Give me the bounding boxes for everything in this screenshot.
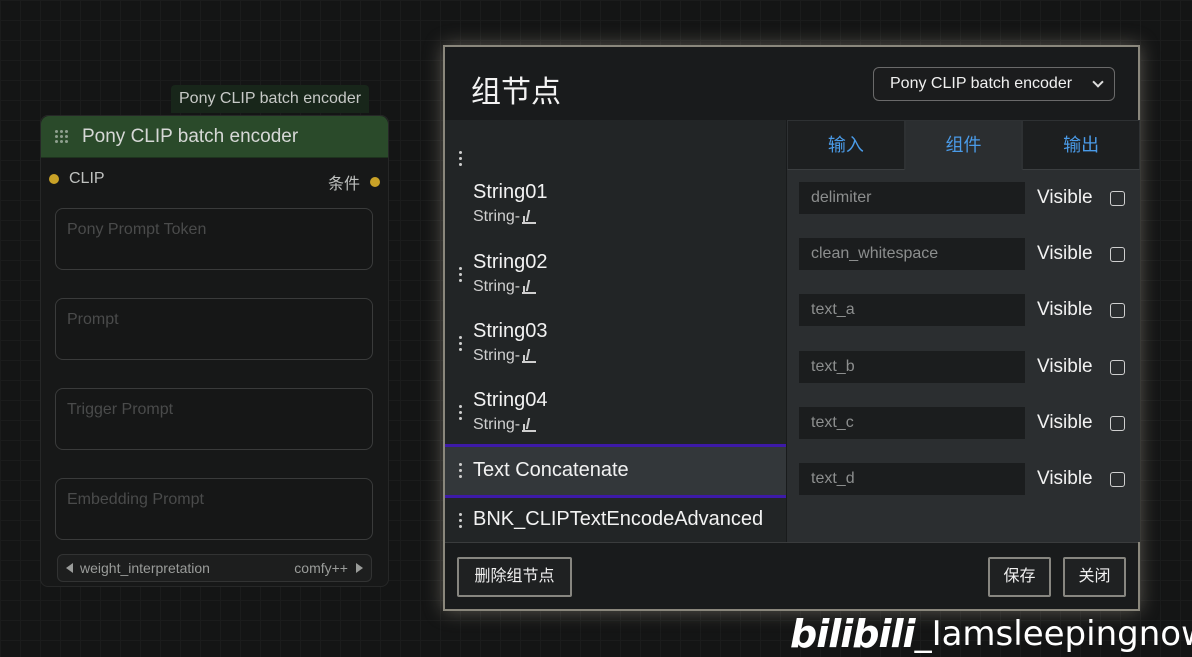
item-type: String- xyxy=(473,208,521,225)
pin-icon xyxy=(522,348,537,364)
visible-checkbox[interactable] xyxy=(1109,190,1125,206)
input-slot-label: CLIP xyxy=(69,170,105,187)
embedding-prompt-field[interactable]: Embedding Prompt xyxy=(55,478,373,540)
visible-label: Visible xyxy=(1037,187,1093,208)
widget-name-field[interactable]: text_d xyxy=(799,463,1025,495)
node-title: Pony CLIP batch encoder xyxy=(82,125,299,147)
visible-checkbox[interactable] xyxy=(1109,471,1125,487)
item-type: String- xyxy=(473,347,521,364)
arrow-left-icon[interactable] xyxy=(66,563,73,573)
item-name: String03 xyxy=(473,320,548,342)
visible-checkbox[interactable] xyxy=(1109,359,1125,375)
tab-inputs[interactable]: 输入 xyxy=(787,120,905,170)
bilibili-logo: bilibili xyxy=(790,612,916,656)
grip-icon xyxy=(55,129,69,144)
close-button[interactable]: 关闭 xyxy=(1063,557,1126,597)
output-slot-conditioning[interactable]: 条件 xyxy=(328,170,380,194)
node-header[interactable]: Pony CLIP batch encoder xyxy=(41,116,388,158)
widget-name-field[interactable]: text_a xyxy=(799,294,1025,326)
widget-name-field[interactable]: clean_whitespace xyxy=(799,238,1025,270)
visible-label: Visible xyxy=(1037,468,1093,489)
widget-panel: delimiter Visible clean_whitespace Visib… xyxy=(787,170,1140,542)
graph-canvas[interactable]: Pony CLIP batch encoder Pony CLIP batch … xyxy=(0,0,1192,657)
widget-row: clean_whitespace Visible xyxy=(799,238,1129,270)
item-sub: String- xyxy=(473,278,537,296)
group-select-value: Pony CLIP batch encoder xyxy=(890,75,1073,92)
item-sub: String- xyxy=(473,208,537,226)
pin-icon xyxy=(522,209,537,225)
pony-clip-node[interactable]: Pony CLIP batch encoder CLIP 条件 Pony Pro… xyxy=(40,115,389,587)
save-button[interactable]: 保存 xyxy=(988,557,1051,597)
widget-row: text_a Visible xyxy=(799,294,1129,326)
visible-checkbox[interactable] xyxy=(1109,246,1125,262)
dialog-tabs: 输入 组件 输出 xyxy=(787,120,1141,170)
watermark-user: _Iamsleepingnow xyxy=(914,614,1192,654)
visible-label: Visible xyxy=(1037,299,1093,320)
list-item[interactable]: BNK_CLIPTextEncodeAdvanced xyxy=(445,498,786,542)
chevron-down-icon xyxy=(1092,76,1104,88)
drag-handle-icon[interactable] xyxy=(459,513,462,528)
node-title-tag: Pony CLIP batch encoder xyxy=(171,85,370,113)
combo-value: comfy++ xyxy=(294,560,348,576)
group-select[interactable]: Pony CLIP batch encoder xyxy=(873,67,1115,101)
widget-name-field[interactable]: delimiter xyxy=(799,182,1025,214)
widget-row: text_d Visible xyxy=(799,463,1129,495)
drag-handle-icon[interactable] xyxy=(459,151,462,166)
list-item-selected[interactable]: Text Concatenate xyxy=(445,444,786,498)
footer-divider xyxy=(445,542,1138,543)
list-item[interactable]: String04 String- xyxy=(445,120,786,433)
item-sub: String- xyxy=(473,347,537,365)
visible-checkbox[interactable] xyxy=(1109,302,1125,318)
item-name: BNK_CLIPTextEncodeAdvanced xyxy=(473,508,764,530)
input-slot-clip[interactable]: CLIP xyxy=(49,170,105,188)
drag-handle-icon[interactable] xyxy=(459,463,462,478)
tab-outputs[interactable]: 输出 xyxy=(1022,120,1141,170)
drag-handle-icon[interactable] xyxy=(459,405,462,420)
drag-handle-icon[interactable] xyxy=(459,336,462,351)
output-slot-label: 条件 xyxy=(327,176,360,193)
slot-dot-icon[interactable] xyxy=(370,177,380,187)
item-type: String- xyxy=(473,278,521,295)
combo-label: weight_interpretation xyxy=(80,560,210,576)
dialog-title: 组节点 xyxy=(471,76,561,109)
widget-name-field[interactable]: text_b xyxy=(799,351,1025,383)
widget-row: text_c Visible xyxy=(799,407,1129,439)
arrow-right-icon[interactable] xyxy=(356,563,363,573)
delete-group-button[interactable]: 删除组节点 xyxy=(457,557,572,597)
widget-row: text_b Visible xyxy=(799,351,1129,383)
pin-icon xyxy=(522,417,537,433)
node-slots: CLIP 条件 xyxy=(41,158,388,198)
item-name: String02 xyxy=(473,251,548,273)
drag-handle-icon[interactable] xyxy=(459,267,462,282)
item-sub: String- xyxy=(473,416,537,434)
widget-row: delimiter Visible xyxy=(799,182,1129,214)
widget-name-field[interactable]: text_c xyxy=(799,407,1025,439)
tab-widgets[interactable]: 组件 xyxy=(904,120,1023,170)
item-name: Text Concatenate xyxy=(473,459,629,481)
visible-checkbox[interactable] xyxy=(1109,415,1125,431)
visible-label: Visible xyxy=(1037,356,1093,377)
item-name: String01 xyxy=(473,181,548,203)
visible-label: Visible xyxy=(1037,412,1093,433)
trigger-prompt-field[interactable]: Trigger Prompt xyxy=(55,388,373,450)
group-node-dialog: 组节点 Pony CLIP batch encoder String01 Str… xyxy=(443,45,1141,611)
weight-interpretation-combo[interactable]: weight_interpretation comfy++ xyxy=(57,554,372,582)
list-item[interactable]: String01 String- xyxy=(445,120,786,225)
pony-prompt-token-field[interactable]: Pony Prompt Token xyxy=(55,208,373,270)
watermark: bilibili _Iamsleepingnow xyxy=(790,609,1192,657)
slot-dot-icon[interactable] xyxy=(49,174,59,184)
item-type: String- xyxy=(473,416,521,433)
item-name: String04 xyxy=(473,389,548,411)
visible-label: Visible xyxy=(1037,243,1093,264)
prompt-field[interactable]: Prompt xyxy=(55,298,373,360)
node-list: String01 String- String02 String- String… xyxy=(445,120,786,542)
pin-icon xyxy=(522,279,537,295)
